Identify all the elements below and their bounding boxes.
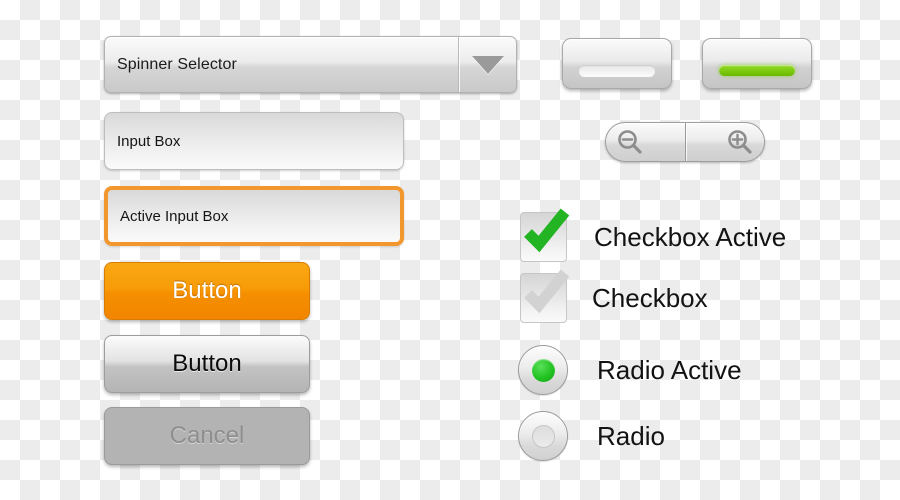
- cancel-button[interactable]: Cancel: [104, 407, 310, 465]
- checkbox-row[interactable]: Checkbox: [520, 269, 708, 324]
- checkbox[interactable]: [520, 269, 570, 323]
- checkbox-row-active[interactable]: Checkbox Active: [520, 208, 787, 263]
- toggle-indicator-bar-on: [719, 65, 795, 76]
- toggle-indicator-bar-off: [579, 65, 655, 76]
- radio-row[interactable]: Radio: [518, 409, 665, 463]
- radio-active-label: Radio Active: [597, 354, 742, 385]
- default-button-label: Button: [172, 350, 242, 377]
- active-input-box[interactable]: Active Input Box: [104, 186, 404, 246]
- checkbox-active[interactable]: [520, 208, 570, 262]
- cancel-button-label: Cancel: [169, 422, 245, 449]
- radio-active[interactable]: [518, 345, 568, 395]
- default-button[interactable]: Button: [104, 335, 310, 393]
- checkbox-label: Checkbox: [592, 282, 708, 313]
- checkmark-icon: [524, 208, 570, 253]
- zoom-out-button[interactable]: [606, 123, 686, 161]
- radio-label: Radio: [597, 420, 665, 451]
- magnifier-minus-icon: [618, 130, 642, 154]
- zoom-control: [605, 122, 765, 162]
- checkbox-active-label: Checkbox Active: [594, 221, 787, 252]
- radio[interactable]: [518, 411, 568, 461]
- toggle-button-off[interactable]: [562, 38, 672, 89]
- ui-kit-canvas: Spinner Selector Input Box Active Input …: [0, 0, 900, 500]
- input-box-value: Input Box: [117, 132, 181, 150]
- spinner-dropdown-button[interactable]: [458, 37, 516, 92]
- toggle-button-on[interactable]: [702, 38, 812, 89]
- chevron-down-icon: [471, 55, 504, 74]
- radio-dot-empty: [531, 424, 555, 448]
- radio-dot-selected: [531, 358, 555, 382]
- input-box[interactable]: Input Box: [104, 112, 404, 170]
- zoom-in-button[interactable]: [686, 123, 765, 161]
- spinner-selector[interactable]: Spinner Selector: [104, 36, 517, 93]
- primary-button[interactable]: Button: [104, 262, 310, 320]
- magnifier-plus-icon: [728, 130, 752, 154]
- active-input-box-value: Active Input Box: [120, 207, 229, 225]
- checkmark-icon: [524, 269, 570, 314]
- primary-button-label: Button: [172, 277, 242, 304]
- radio-row-active[interactable]: Radio Active: [518, 343, 742, 397]
- spinner-selector-label: Spinner Selector: [117, 55, 237, 73]
